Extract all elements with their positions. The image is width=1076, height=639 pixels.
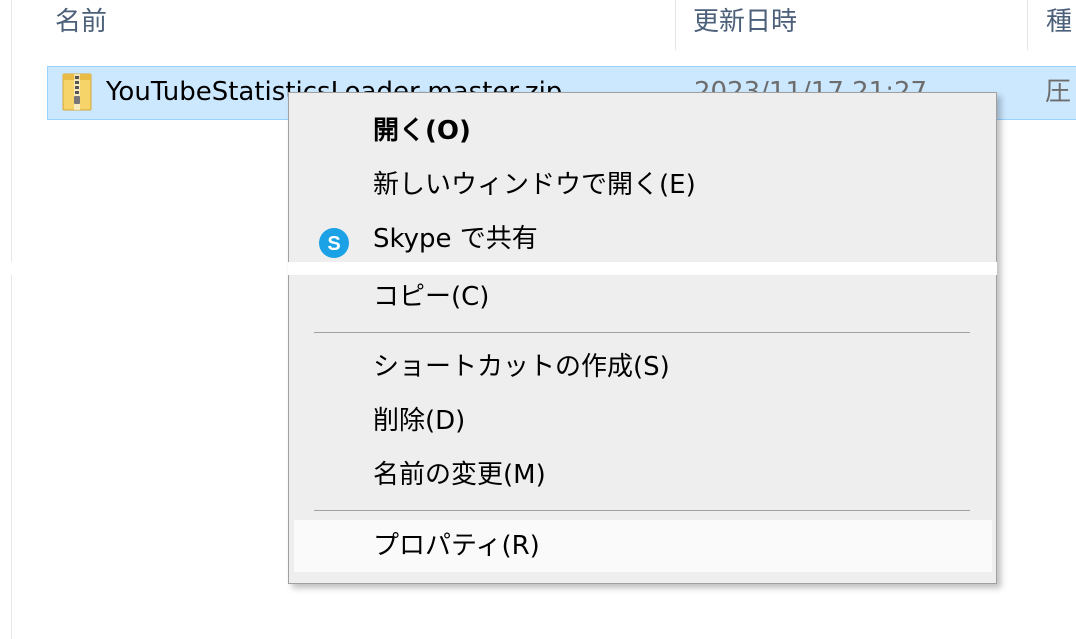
zip-folder-icon <box>62 73 92 111</box>
column-divider[interactable] <box>1027 0 1028 50</box>
menu-separator <box>314 332 970 333</box>
menu-item-label: コピー(C) <box>373 282 490 312</box>
svg-text:S: S <box>327 233 340 255</box>
menu-item-open-new-window[interactable]: 新しいウィンドウで開く(E) <box>289 159 996 211</box>
file-type: 圧 <box>1045 77 1072 107</box>
menu-item-share-skype[interactable]: S Skype で共有 <box>289 213 996 265</box>
menu-item-label: 名前の変更(M) <box>373 460 546 490</box>
menu-item-label: Skype で共有 <box>373 224 538 254</box>
nav-pane-edge <box>0 0 12 639</box>
menu-item-properties[interactable]: プロパティ(R) <box>294 520 992 572</box>
menu-item-delete[interactable]: 削除(D) <box>289 395 996 447</box>
column-header-type[interactable]: 種 <box>1046 0 1076 50</box>
menu-separator <box>314 510 970 511</box>
menu-item-label: 削除(D) <box>373 406 466 436</box>
file-explorer-view: 名前 更新日時 種 YouTubeStatisticsLoader-master… <box>0 0 1076 639</box>
column-divider[interactable] <box>675 0 676 50</box>
context-menu: 開く(O) 新しいウィンドウで開く(E) S Skype で共有 コピー(C) … <box>288 92 997 584</box>
column-header-name[interactable]: 名前 <box>55 0 675 50</box>
menu-item-label: ショートカットの作成(S) <box>373 352 670 382</box>
menu-item-label: 開く(O) <box>373 116 471 146</box>
menu-item-create-shortcut[interactable]: ショートカットの作成(S) <box>289 341 996 393</box>
menu-item-label: 新しいウィンドウで開く(E) <box>373 170 696 200</box>
screenshot-gap <box>288 262 997 275</box>
menu-item-label: プロパティ(R) <box>373 531 540 561</box>
menu-item-rename[interactable]: 名前の変更(M) <box>289 449 996 501</box>
menu-item-open[interactable]: 開く(O) <box>289 105 996 157</box>
menu-item-copy[interactable]: コピー(C) <box>289 271 996 323</box>
column-header-date[interactable]: 更新日時 <box>693 0 1023 50</box>
skype-icon: S <box>319 228 349 258</box>
